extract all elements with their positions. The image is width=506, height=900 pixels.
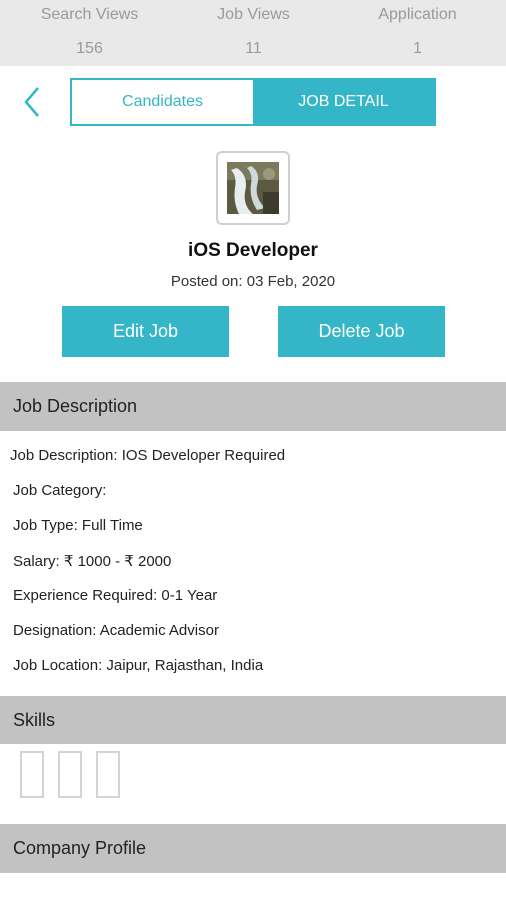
section-job-description: Job Description	[0, 382, 506, 431]
stat-label: Job Views	[217, 6, 290, 23]
skill-chip	[58, 751, 82, 798]
detail-job-location: Job Location: Jaipur, Rajasthan, India	[13, 657, 264, 674]
edit-job-button[interactable]: Edit Job	[62, 306, 229, 357]
section-skills: Skills	[0, 696, 506, 744]
job-image	[227, 162, 279, 214]
back-button[interactable]	[18, 86, 50, 118]
stat-value: 11	[245, 40, 262, 57]
detail-job-description: Job Description: IOS Developer Required	[10, 447, 286, 464]
section-company-profile: Company Profile	[0, 824, 506, 873]
tab-job-detail[interactable]: JOB DETAIL	[253, 80, 434, 124]
delete-job-button[interactable]: Delete Job	[278, 306, 445, 357]
detail-job-category: Job Category:	[13, 482, 107, 499]
stat-label: Search Views	[40, 6, 139, 23]
posted-date: Posted on: 03 Feb, 2020	[170, 273, 336, 290]
detail-salary: Salary: ₹ 1000 - ₹ 2000	[13, 553, 172, 570]
detail-designation: Designation: Academic Advisor	[13, 622, 219, 639]
stat-value: 156	[76, 40, 103, 57]
chevron-left-icon	[24, 87, 39, 117]
detail-job-type: Job Type: Full Time	[13, 517, 143, 534]
detail-experience: Experience Required: 0-1 Year	[13, 587, 218, 604]
skill-chip	[20, 751, 44, 798]
stat-label: Application	[378, 6, 457, 23]
skill-chip	[96, 751, 120, 798]
job-title: iOS Developer	[188, 240, 318, 261]
stats-bar: Search Views 156 Job Views 11 Applicatio…	[0, 0, 506, 66]
tab-candidates[interactable]: Candidates	[72, 80, 253, 124]
stat-value: 1	[413, 40, 422, 57]
job-thumbnail	[216, 151, 290, 225]
tab-switcher: Candidates JOB DETAIL	[70, 78, 436, 126]
